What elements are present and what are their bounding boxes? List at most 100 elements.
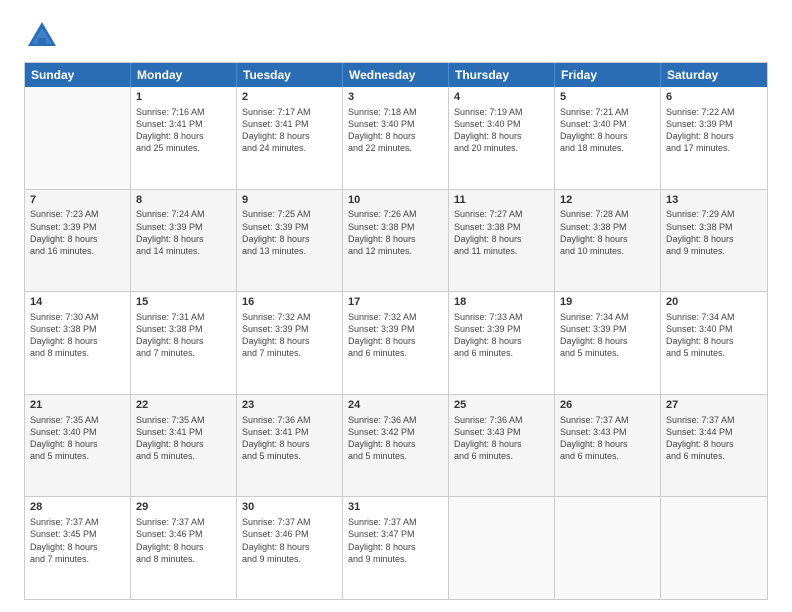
day-number: 29 bbox=[136, 500, 231, 515]
cal-cell: 1Sunrise: 7:16 AM Sunset: 3:41 PM Daylig… bbox=[131, 87, 237, 189]
day-number: 18 bbox=[454, 295, 549, 310]
day-number: 13 bbox=[666, 193, 762, 208]
cal-cell-empty bbox=[661, 497, 767, 599]
cal-cell: 11Sunrise: 7:27 AM Sunset: 3:38 PM Dayli… bbox=[449, 190, 555, 292]
cal-row: 14Sunrise: 7:30 AM Sunset: 3:38 PM Dayli… bbox=[25, 292, 767, 395]
calendar: SundayMondayTuesdayWednesdayThursdayFrid… bbox=[24, 62, 768, 600]
day-number: 25 bbox=[454, 398, 549, 413]
day-number: 7 bbox=[30, 193, 125, 208]
day-info: Sunrise: 7:35 AM Sunset: 3:40 PM Dayligh… bbox=[30, 414, 125, 463]
cal-cell: 4Sunrise: 7:19 AM Sunset: 3:40 PM Daylig… bbox=[449, 87, 555, 189]
cal-cell: 25Sunrise: 7:36 AM Sunset: 3:43 PM Dayli… bbox=[449, 395, 555, 497]
day-info: Sunrise: 7:18 AM Sunset: 3:40 PM Dayligh… bbox=[348, 106, 443, 155]
logo-icon bbox=[24, 18, 60, 54]
day-info: Sunrise: 7:32 AM Sunset: 3:39 PM Dayligh… bbox=[242, 311, 337, 360]
day-info: Sunrise: 7:35 AM Sunset: 3:41 PM Dayligh… bbox=[136, 414, 231, 463]
day-number: 15 bbox=[136, 295, 231, 310]
day-number: 23 bbox=[242, 398, 337, 413]
cal-header-day: Sunday bbox=[25, 63, 131, 87]
cal-header-day: Tuesday bbox=[237, 63, 343, 87]
cal-cell: 7Sunrise: 7:23 AM Sunset: 3:39 PM Daylig… bbox=[25, 190, 131, 292]
day-number: 6 bbox=[666, 90, 762, 105]
cal-cell: 14Sunrise: 7:30 AM Sunset: 3:38 PM Dayli… bbox=[25, 292, 131, 394]
cal-cell: 9Sunrise: 7:25 AM Sunset: 3:39 PM Daylig… bbox=[237, 190, 343, 292]
cal-cell: 5Sunrise: 7:21 AM Sunset: 3:40 PM Daylig… bbox=[555, 87, 661, 189]
day-number: 5 bbox=[560, 90, 655, 105]
cal-cell: 27Sunrise: 7:37 AM Sunset: 3:44 PM Dayli… bbox=[661, 395, 767, 497]
cal-header-day: Friday bbox=[555, 63, 661, 87]
day-number: 30 bbox=[242, 500, 337, 515]
day-number: 17 bbox=[348, 295, 443, 310]
day-number: 19 bbox=[560, 295, 655, 310]
day-info: Sunrise: 7:17 AM Sunset: 3:41 PM Dayligh… bbox=[242, 106, 337, 155]
day-number: 2 bbox=[242, 90, 337, 105]
day-info: Sunrise: 7:32 AM Sunset: 3:39 PM Dayligh… bbox=[348, 311, 443, 360]
day-number: 11 bbox=[454, 193, 549, 208]
day-info: Sunrise: 7:30 AM Sunset: 3:38 PM Dayligh… bbox=[30, 311, 125, 360]
day-info: Sunrise: 7:37 AM Sunset: 3:46 PM Dayligh… bbox=[242, 516, 337, 565]
day-number: 24 bbox=[348, 398, 443, 413]
cal-cell-empty bbox=[449, 497, 555, 599]
day-info: Sunrise: 7:16 AM Sunset: 3:41 PM Dayligh… bbox=[136, 106, 231, 155]
cal-cell: 22Sunrise: 7:35 AM Sunset: 3:41 PM Dayli… bbox=[131, 395, 237, 497]
page: SundayMondayTuesdayWednesdayThursdayFrid… bbox=[0, 0, 792, 612]
day-number: 8 bbox=[136, 193, 231, 208]
cal-cell: 21Sunrise: 7:35 AM Sunset: 3:40 PM Dayli… bbox=[25, 395, 131, 497]
day-number: 12 bbox=[560, 193, 655, 208]
day-info: Sunrise: 7:37 AM Sunset: 3:46 PM Dayligh… bbox=[136, 516, 231, 565]
day-number: 16 bbox=[242, 295, 337, 310]
day-info: Sunrise: 7:23 AM Sunset: 3:39 PM Dayligh… bbox=[30, 208, 125, 257]
header bbox=[24, 18, 768, 54]
day-number: 31 bbox=[348, 500, 443, 515]
logo bbox=[24, 18, 64, 54]
cal-header-day: Wednesday bbox=[343, 63, 449, 87]
cal-cell: 2Sunrise: 7:17 AM Sunset: 3:41 PM Daylig… bbox=[237, 87, 343, 189]
cal-cell: 29Sunrise: 7:37 AM Sunset: 3:46 PM Dayli… bbox=[131, 497, 237, 599]
day-info: Sunrise: 7:31 AM Sunset: 3:38 PM Dayligh… bbox=[136, 311, 231, 360]
day-number: 27 bbox=[666, 398, 762, 413]
day-number: 4 bbox=[454, 90, 549, 105]
cal-cell: 20Sunrise: 7:34 AM Sunset: 3:40 PM Dayli… bbox=[661, 292, 767, 394]
day-info: Sunrise: 7:33 AM Sunset: 3:39 PM Dayligh… bbox=[454, 311, 549, 360]
cal-cell: 15Sunrise: 7:31 AM Sunset: 3:38 PM Dayli… bbox=[131, 292, 237, 394]
cal-cell: 26Sunrise: 7:37 AM Sunset: 3:43 PM Dayli… bbox=[555, 395, 661, 497]
day-number: 28 bbox=[30, 500, 125, 515]
day-number: 3 bbox=[348, 90, 443, 105]
day-number: 21 bbox=[30, 398, 125, 413]
cal-cell-empty bbox=[25, 87, 131, 189]
day-info: Sunrise: 7:19 AM Sunset: 3:40 PM Dayligh… bbox=[454, 106, 549, 155]
cal-cell: 24Sunrise: 7:36 AM Sunset: 3:42 PM Dayli… bbox=[343, 395, 449, 497]
cal-header-day: Thursday bbox=[449, 63, 555, 87]
cal-header-day: Monday bbox=[131, 63, 237, 87]
day-number: 10 bbox=[348, 193, 443, 208]
cal-cell: 8Sunrise: 7:24 AM Sunset: 3:39 PM Daylig… bbox=[131, 190, 237, 292]
cal-cell: 23Sunrise: 7:36 AM Sunset: 3:41 PM Dayli… bbox=[237, 395, 343, 497]
day-number: 22 bbox=[136, 398, 231, 413]
cal-cell: 16Sunrise: 7:32 AM Sunset: 3:39 PM Dayli… bbox=[237, 292, 343, 394]
day-number: 20 bbox=[666, 295, 762, 310]
day-info: Sunrise: 7:34 AM Sunset: 3:39 PM Dayligh… bbox=[560, 311, 655, 360]
calendar-body: 1Sunrise: 7:16 AM Sunset: 3:41 PM Daylig… bbox=[25, 87, 767, 599]
cal-cell: 12Sunrise: 7:28 AM Sunset: 3:38 PM Dayli… bbox=[555, 190, 661, 292]
day-info: Sunrise: 7:34 AM Sunset: 3:40 PM Dayligh… bbox=[666, 311, 762, 360]
day-info: Sunrise: 7:37 AM Sunset: 3:47 PM Dayligh… bbox=[348, 516, 443, 565]
cal-cell: 31Sunrise: 7:37 AM Sunset: 3:47 PM Dayli… bbox=[343, 497, 449, 599]
day-info: Sunrise: 7:37 AM Sunset: 3:45 PM Dayligh… bbox=[30, 516, 125, 565]
cal-header-day: Saturday bbox=[661, 63, 767, 87]
cal-cell: 19Sunrise: 7:34 AM Sunset: 3:39 PM Dayli… bbox=[555, 292, 661, 394]
day-info: Sunrise: 7:26 AM Sunset: 3:38 PM Dayligh… bbox=[348, 208, 443, 257]
cal-cell: 18Sunrise: 7:33 AM Sunset: 3:39 PM Dayli… bbox=[449, 292, 555, 394]
day-info: Sunrise: 7:21 AM Sunset: 3:40 PM Dayligh… bbox=[560, 106, 655, 155]
day-info: Sunrise: 7:27 AM Sunset: 3:38 PM Dayligh… bbox=[454, 208, 549, 257]
cal-cell: 10Sunrise: 7:26 AM Sunset: 3:38 PM Dayli… bbox=[343, 190, 449, 292]
day-info: Sunrise: 7:28 AM Sunset: 3:38 PM Dayligh… bbox=[560, 208, 655, 257]
day-info: Sunrise: 7:36 AM Sunset: 3:43 PM Dayligh… bbox=[454, 414, 549, 463]
cal-row: 1Sunrise: 7:16 AM Sunset: 3:41 PM Daylig… bbox=[25, 87, 767, 190]
cal-cell: 13Sunrise: 7:29 AM Sunset: 3:38 PM Dayli… bbox=[661, 190, 767, 292]
cal-cell: 6Sunrise: 7:22 AM Sunset: 3:39 PM Daylig… bbox=[661, 87, 767, 189]
cal-cell: 3Sunrise: 7:18 AM Sunset: 3:40 PM Daylig… bbox=[343, 87, 449, 189]
day-number: 14 bbox=[30, 295, 125, 310]
cal-cell: 28Sunrise: 7:37 AM Sunset: 3:45 PM Dayli… bbox=[25, 497, 131, 599]
cal-row: 28Sunrise: 7:37 AM Sunset: 3:45 PM Dayli… bbox=[25, 497, 767, 599]
day-number: 26 bbox=[560, 398, 655, 413]
